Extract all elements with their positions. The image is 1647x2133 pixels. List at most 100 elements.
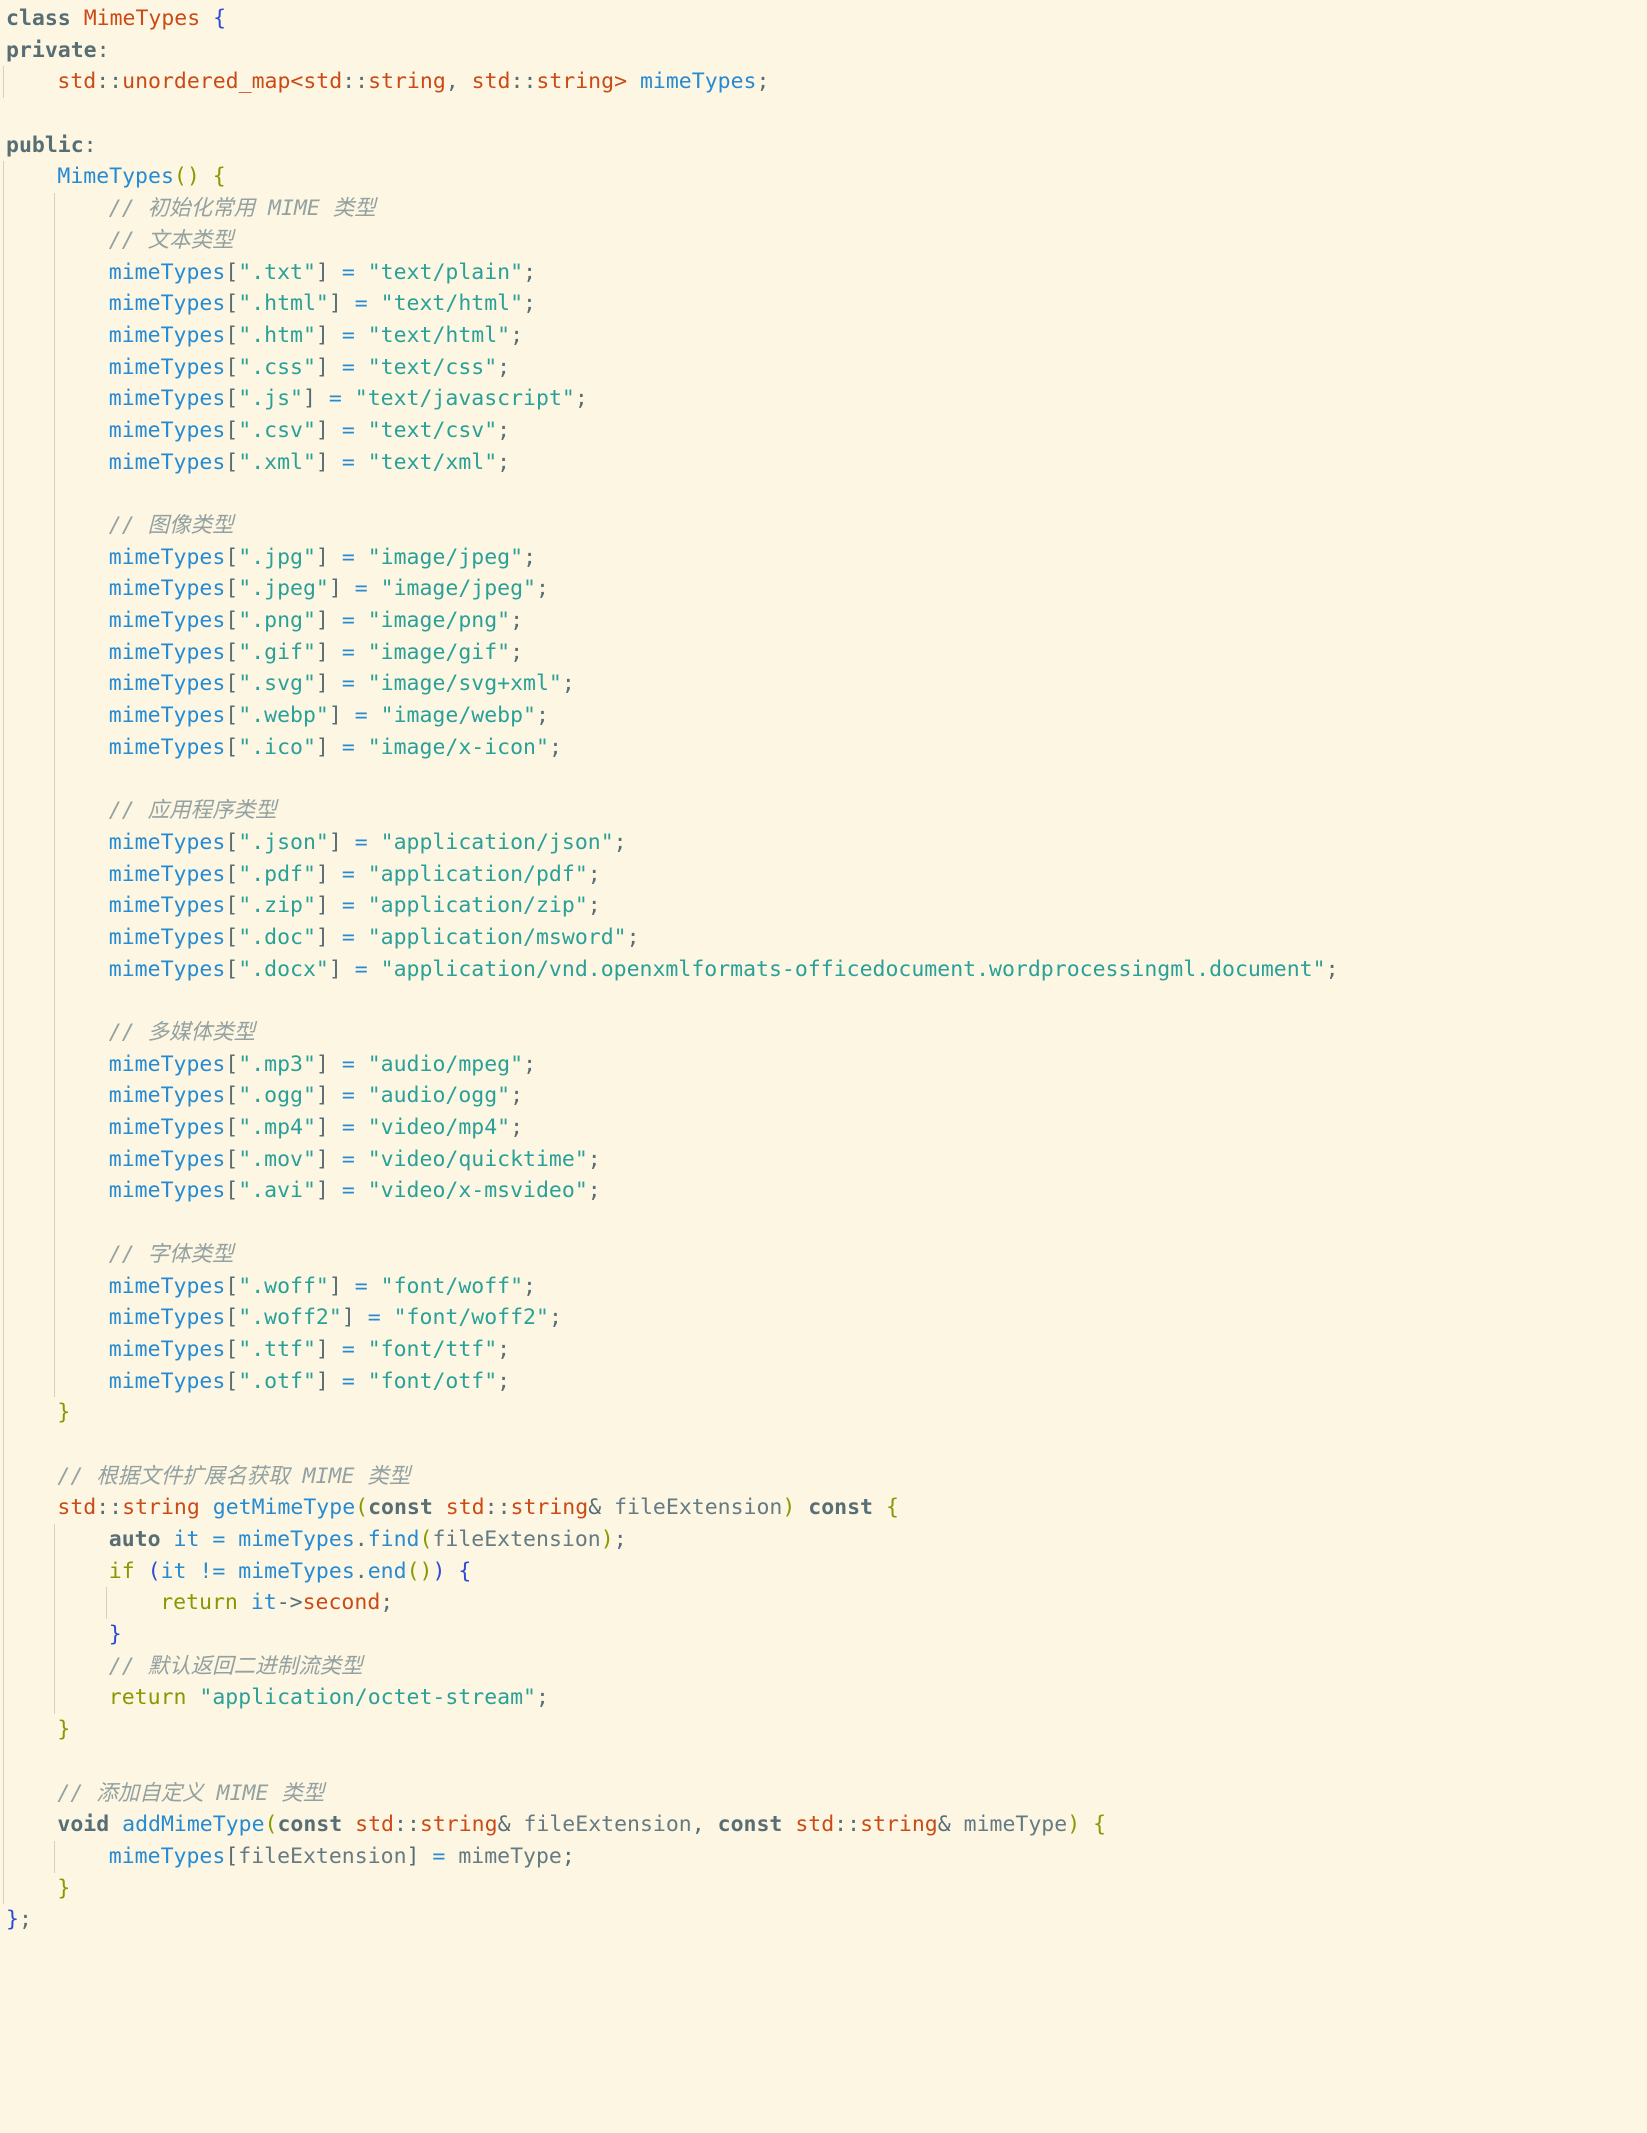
code-line[interactable]: // 添加自定义 MIME 类型 bbox=[3, 1777, 1339, 1810]
indent-guide bbox=[54, 1017, 56, 1049]
code-line[interactable]: class MimeTypes { bbox=[6, 3, 1339, 35]
code-line[interactable]: private: bbox=[6, 35, 1339, 67]
punctuation-token: ] bbox=[315, 893, 329, 919]
code-line[interactable]: mimeTypes[".jpg"] = "image/jpeg"; bbox=[3, 541, 1339, 574]
identifier-token: mimeTypes bbox=[108, 1273, 226, 1299]
code-line[interactable]: // 默认返回二进制流类型 bbox=[3, 1650, 1339, 1683]
code-line[interactable] bbox=[3, 1428, 1339, 1461]
code-line[interactable]: mimeTypes[fileExtension] = mimeType; bbox=[3, 1840, 1339, 1873]
string-token: ".gif" bbox=[238, 639, 316, 665]
code-line[interactable]: mimeTypes[".zip"] = "application/zip"; bbox=[3, 890, 1339, 922]
code-line[interactable]: mimeTypes[".woff"] = "font/woff"; bbox=[3, 1270, 1339, 1303]
code-line[interactable] bbox=[3, 1207, 1339, 1239]
code-line[interactable]: } bbox=[3, 1872, 1339, 1905]
code-line[interactable]: mimeTypes[".mp3"] = "audio/mpeg"; bbox=[3, 1048, 1339, 1081]
code-line[interactable]: mimeTypes[".css"] = "text/css"; bbox=[3, 351, 1339, 384]
code-line[interactable]: mimeTypes[".txt"] = "text/plain"; bbox=[3, 256, 1339, 289]
code-line-content: mimeTypes[".txt"] = "text/plain"; bbox=[6, 260, 536, 285]
code-editor[interactable]: class MimeTypes {private: std::unordered_… bbox=[0, 0, 1647, 2113]
code-line[interactable]: mimeTypes[".htm"] = "text/html"; bbox=[3, 319, 1339, 352]
parameter-token: mimeType bbox=[963, 1812, 1068, 1838]
parameter-token: fileExtension bbox=[238, 1843, 407, 1869]
code-line-content: // 文本类型 bbox=[6, 228, 234, 253]
code-line[interactable]: mimeTypes[".ogg"] = "audio/ogg"; bbox=[3, 1080, 1339, 1113]
code-line[interactable]: mimeTypes[".json"] = "application/json"; bbox=[3, 826, 1339, 859]
code-line-content: mimeTypes[".ico"] = "image/x-icon"; bbox=[6, 735, 562, 760]
code-line[interactable] bbox=[3, 985, 1339, 1017]
punctuation-token: ; bbox=[1325, 956, 1339, 982]
code-line[interactable]: return "application/octet-stream"; bbox=[3, 1682, 1339, 1715]
code-line[interactable]: } bbox=[3, 1619, 1339, 1651]
code-line[interactable]: auto it = mimeTypes.find(fileExtension); bbox=[3, 1524, 1339, 1556]
code-line[interactable]: std::unordered_map<std::string, std::str… bbox=[3, 66, 1339, 99]
code-line-content: if (it != mimeTypes.end()) { bbox=[6, 1559, 472, 1584]
indent-guide bbox=[54, 763, 56, 796]
identifier-token: mimeTypes bbox=[108, 734, 226, 760]
code-line-content: mimeTypes[".ogg"] = "audio/ogg"; bbox=[6, 1083, 523, 1108]
code-line[interactable]: mimeTypes[".ico"] = "image/x-icon"; bbox=[3, 731, 1339, 764]
code-line[interactable]: // 应用程序类型 bbox=[3, 795, 1339, 827]
code-line[interactable]: MimeTypes() { bbox=[3, 161, 1339, 194]
code-line[interactable]: mimeTypes[".jpeg"] = "image/jpeg"; bbox=[3, 573, 1339, 606]
code-line[interactable]: // 字体类型 bbox=[3, 1238, 1339, 1271]
code-line[interactable]: mimeTypes[".pdf"] = "application/pdf"; bbox=[3, 858, 1339, 891]
indent-guide bbox=[54, 1143, 56, 1176]
comment-token: // 添加自定义 MIME 类型 bbox=[57, 1780, 325, 1806]
code-line[interactable]: mimeTypes[".svg"] = "image/svg+xml"; bbox=[3, 668, 1339, 701]
code-line[interactable]: mimeTypes[".woff2"] = "font/woff2"; bbox=[3, 1302, 1339, 1334]
indent-guide bbox=[54, 1365, 56, 1398]
code-line[interactable]: void addMimeType(const std::string& file… bbox=[3, 1809, 1339, 1841]
punctuation-token: ; bbox=[380, 1590, 394, 1616]
punctuation-token: [ bbox=[225, 1843, 239, 1869]
code-line[interactable]: std::string getMimeType(const std::strin… bbox=[3, 1492, 1339, 1524]
string-token: ".png" bbox=[238, 608, 316, 634]
comment-token: // 多媒体类型 bbox=[108, 1020, 256, 1045]
code-line[interactable]: }; bbox=[6, 1904, 1339, 1936]
code-line[interactable]: mimeTypes[".ttf"] = "font/ttf"; bbox=[3, 1333, 1339, 1366]
code-line[interactable]: mimeTypes[".doc"] = "application/msword"… bbox=[3, 921, 1339, 954]
code-line[interactable]: mimeTypes[".otf"] = "font/otf"; bbox=[3, 1365, 1339, 1398]
punctuation-token: [ bbox=[225, 1146, 239, 1172]
operator-token: = bbox=[328, 1115, 368, 1141]
code-line[interactable]: mimeTypes[".csv"] = "text/csv"; bbox=[3, 414, 1339, 447]
code-line[interactable]: mimeTypes[".mov"] = "video/quicktime"; bbox=[3, 1143, 1339, 1176]
code-line[interactable]: // 初始化常用 MIME 类型 bbox=[3, 193, 1339, 225]
code-line[interactable]: mimeTypes[".html"] = "text/html"; bbox=[3, 288, 1339, 320]
code-line[interactable]: } bbox=[3, 1714, 1339, 1746]
code-line[interactable]: mimeTypes[".docx"] = "application/vnd.op… bbox=[3, 953, 1339, 986]
code-line[interactable]: } bbox=[3, 1397, 1339, 1429]
code-line[interactable] bbox=[3, 1745, 1339, 1778]
code-line[interactable]: mimeTypes[".webp"] = "image/webp"; bbox=[3, 700, 1339, 732]
code-line[interactable]: mimeTypes[".js"] = "text/javascript"; bbox=[3, 383, 1339, 415]
indent-guide bbox=[3, 1428, 4, 1461]
code-line[interactable]: public: bbox=[6, 130, 1339, 162]
bracket-token: { bbox=[212, 164, 226, 190]
string-token: ".mov" bbox=[238, 1146, 316, 1172]
indent-guide bbox=[54, 636, 56, 669]
punctuation-token: ; bbox=[626, 924, 640, 950]
identifier-token: mimeTypes bbox=[108, 1146, 226, 1172]
code-line[interactable]: mimeTypes[".gif"] = "image/gif"; bbox=[3, 636, 1339, 669]
code-line[interactable] bbox=[3, 763, 1339, 796]
code-line[interactable]: mimeTypes[".png"] = "image/png"; bbox=[3, 605, 1339, 637]
code-line[interactable]: // 图像类型 bbox=[3, 510, 1339, 542]
bracket-token: ( bbox=[264, 1812, 278, 1838]
code-line[interactable]: return it->second; bbox=[3, 1587, 1339, 1620]
code-line[interactable] bbox=[3, 478, 1339, 510]
indent-guide bbox=[54, 953, 56, 986]
code-line[interactable]: // 文本类型 bbox=[3, 224, 1339, 257]
code-line[interactable]: mimeTypes[".mp4"] = "video/mp4"; bbox=[3, 1112, 1339, 1144]
code-line[interactable]: // 根据文件扩展名获取 MIME 类型 bbox=[3, 1460, 1339, 1493]
code-line[interactable]: mimeTypes[".avi"] = "video/x-msvideo"; bbox=[3, 1175, 1339, 1208]
code-line[interactable]: mimeTypes[".xml"] = "text/xml"; bbox=[3, 446, 1339, 479]
code-view[interactable]: class MimeTypes {private: std::unordered_… bbox=[3, 3, 1339, 1936]
string-token: "image/svg+xml" bbox=[367, 671, 562, 697]
string-token: "application/vnd.openxmlformats-officedo… bbox=[380, 956, 1326, 982]
code-line[interactable]: if (it != mimeTypes.end()) { bbox=[3, 1555, 1339, 1588]
code-line[interactable] bbox=[6, 98, 1339, 130]
code-line[interactable]: // 多媒体类型 bbox=[3, 1017, 1339, 1049]
string-token: ".mp4" bbox=[238, 1115, 316, 1141]
bracket-token: } bbox=[57, 1717, 71, 1743]
